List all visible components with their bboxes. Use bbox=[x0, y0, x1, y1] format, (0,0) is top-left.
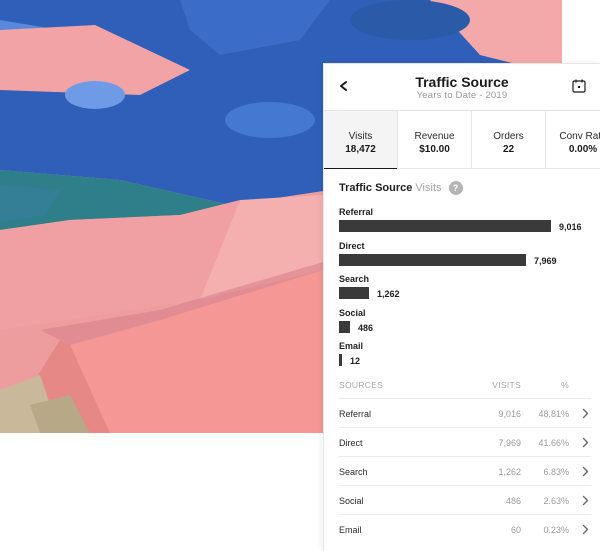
visits-cell: 1,262 bbox=[498, 467, 521, 477]
table-row[interactable]: Social 486 2.63% bbox=[339, 485, 591, 514]
bar-category-label: Email bbox=[339, 341, 364, 351]
date-range-subtitle: Years to Date - 2019 bbox=[416, 90, 508, 101]
column-header-visits: VISITS bbox=[492, 380, 521, 390]
bar-row-email: Email 12 bbox=[339, 341, 594, 371]
column-header-percent: % bbox=[561, 380, 569, 390]
visits-cell: 7,969 bbox=[498, 438, 521, 448]
bar bbox=[339, 220, 551, 232]
bar-value-label: 486 bbox=[358, 322, 374, 333]
visits-cell: 60 bbox=[510, 525, 521, 535]
traffic-source-panel: Traffic Source Years to Date - 2019 Visi… bbox=[323, 63, 600, 551]
section-title: Traffic Source bbox=[339, 181, 413, 194]
bar-value-label: 12 bbox=[350, 356, 361, 366]
bar-value-label: 9,016 bbox=[559, 222, 582, 232]
table-row[interactable]: Email 60 0.23% bbox=[339, 514, 591, 543]
calendar-icon bbox=[572, 79, 586, 93]
calendar-button[interactable] bbox=[572, 79, 586, 93]
chevron-right-icon bbox=[582, 408, 589, 419]
percent-cell: 41.66% bbox=[538, 438, 569, 448]
bar bbox=[339, 287, 369, 299]
bar-category-label: Referral bbox=[339, 207, 374, 217]
column-header-sources: SOURCES bbox=[339, 380, 384, 390]
visits-cell: 9,016 bbox=[498, 409, 521, 419]
source-cell: Referral bbox=[339, 409, 372, 419]
table-row[interactable]: Referral 9,016 48.81% bbox=[339, 398, 591, 427]
bar-category-label: Search bbox=[339, 274, 370, 284]
bar-row-search: Search 1,262 bbox=[339, 274, 594, 304]
chevron-right-icon bbox=[582, 495, 589, 506]
section-metric: Visits bbox=[415, 181, 442, 194]
bar-row-referral: Referral 9,016 bbox=[339, 207, 594, 237]
tab-value: $10.00 bbox=[419, 144, 450, 155]
tab-value: 18,472 bbox=[345, 144, 376, 155]
chevron-right-icon bbox=[582, 524, 589, 535]
bar bbox=[339, 354, 342, 366]
help-icon[interactable]: ? bbox=[448, 181, 463, 195]
source-cell: Search bbox=[339, 467, 368, 477]
tab-value: 22 bbox=[502, 144, 515, 155]
tab-conv-rate[interactable]: Conv Rate 0.00% bbox=[546, 111, 600, 169]
tab-value: 0.00% bbox=[568, 144, 598, 155]
tab-label: Revenue bbox=[414, 131, 455, 142]
percent-cell: 2.63% bbox=[543, 496, 569, 506]
source-cell: Social bbox=[339, 496, 364, 506]
page-title: Traffic Source bbox=[415, 74, 509, 90]
bar-row-direct: Direct 7,969 bbox=[339, 241, 594, 271]
tab-label: Conv Rate bbox=[559, 131, 600, 142]
source-cell: Email bbox=[339, 525, 362, 535]
bar bbox=[339, 253, 526, 266]
section-heading: Traffic Source Visits ? bbox=[339, 181, 463, 195]
bar-value-label: 7,969 bbox=[534, 255, 557, 266]
bar-category-label: Social bbox=[339, 307, 366, 318]
tab-label: Orders bbox=[493, 131, 524, 142]
bar-value-label: 1,262 bbox=[377, 289, 400, 299]
tab-visits[interactable]: Visits 18,472 bbox=[324, 111, 398, 169]
panel-header: Traffic Source Years to Date - 2019 bbox=[324, 64, 600, 110]
chevron-right-icon bbox=[582, 466, 589, 477]
tab-revenue[interactable]: Revenue $10.00 bbox=[398, 111, 472, 169]
bar bbox=[339, 320, 350, 333]
bar-category-label: Direct bbox=[339, 240, 365, 251]
table-header: SOURCES VISITS % bbox=[339, 380, 591, 392]
metric-tabs: Visits 18,472 Revenue $10.00 Orders 22 C… bbox=[324, 110, 600, 169]
tab-label: Visits bbox=[348, 131, 373, 142]
table-row[interactable]: Direct 7,969 41.66% bbox=[339, 427, 591, 456]
table-row[interactable]: Search 1,262 6.83% bbox=[339, 456, 591, 485]
visits-cell: 486 bbox=[505, 496, 521, 506]
bar-row-social: Social 486 bbox=[339, 308, 594, 338]
source-cell: Direct bbox=[339, 438, 363, 448]
tab-orders[interactable]: Orders 22 bbox=[472, 111, 546, 169]
percent-cell: 48.81% bbox=[538, 409, 569, 419]
percent-cell: 6.83% bbox=[543, 467, 569, 477]
percent-cell: 0.23% bbox=[543, 525, 569, 535]
chevron-right-icon bbox=[582, 437, 589, 448]
